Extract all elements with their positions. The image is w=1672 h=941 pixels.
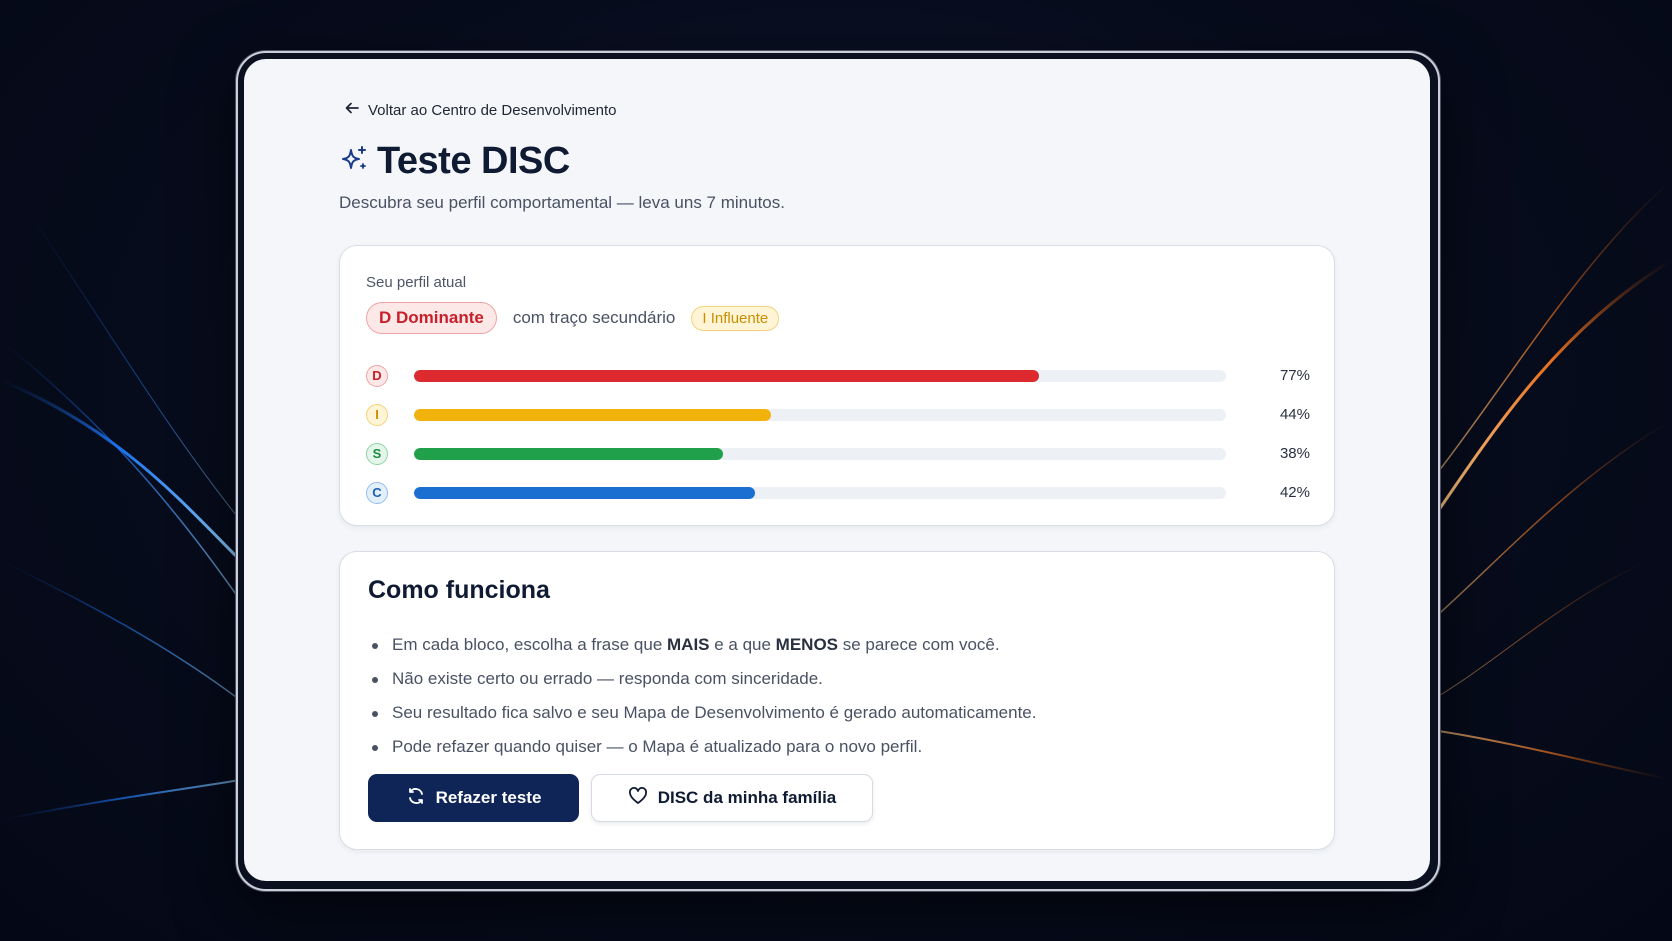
page-header: Teste DISC [339,140,570,183]
back-link-label: Voltar ao Centro de Desenvolvimento [368,101,617,119]
refresh-icon [406,786,426,811]
disc-bar-fill-d [414,369,1040,382]
sparkles-icon [339,144,369,179]
background-stage: Voltar ao Centro de Desenvolvimento Test… [0,0,1672,941]
family-disc-button[interactable]: DISC da minha família [591,774,873,822]
disc-bar-track-c [414,486,1226,499]
heart-icon [628,786,648,811]
disc-bars: D 77% I 44% S 38% C 42% [366,356,1310,512]
page-subtitle: Descubra seu perfil comportamental — lev… [339,193,785,212]
disc-bar-track-s [414,447,1226,460]
how-it-works-title: Como funciona [368,576,550,604]
how-it-works-list: Em cada bloco, escolha a frase que MAIS … [368,628,1037,764]
family-disc-label: DISC da minha família [657,788,837,807]
profile-card: Seu perfil atual D Dominante com traço s… [339,245,1335,526]
how-it-works-card: Como funciona Em cada bloco, escolha a f… [339,551,1335,850]
disc-letter-s: S [366,442,388,465]
retake-test-label: Refazer teste [435,788,542,807]
disc-value-c: 42% [1279,484,1310,501]
disc-bar-row-i: I 44% [366,395,1310,434]
disc-letter-c: C [366,481,388,504]
disc-letter-d: D [366,364,388,387]
disc-letter-i: I [366,403,388,426]
disc-bar-row-s: S 38% [366,434,1310,473]
arrow-left-icon [344,100,360,120]
disc-value-s: 38% [1279,445,1310,462]
profile-label: Seu perfil atual [366,274,467,291]
disc-bar-fill-s [414,447,723,460]
disc-bar-fill-c [414,486,756,499]
disc-value-d: 77% [1279,367,1310,384]
list-item: Pode refazer quando quiser — o Mapa é at… [368,730,1037,764]
list-item: Seu resultado fica salvo e seu Mapa de D… [368,696,1037,730]
disc-value-i: 44% [1279,406,1310,423]
page-title: Teste DISC [377,140,570,182]
disc-bar-row-d: D 77% [366,356,1310,395]
disc-bar-track-d [414,369,1226,382]
disc-bar-fill-i [414,408,772,421]
disc-bar-track-i [414,408,1226,421]
retake-test-button[interactable]: Refazer teste [368,774,579,822]
disc-bar-row-c: C 42% [366,473,1310,512]
secondary-trait-text: com traço secundário [512,308,676,327]
list-item: Em cada bloco, escolha a frase que MAIS … [368,628,1037,662]
profile-badges: D Dominante com traço secundário I Influ… [366,302,780,334]
secondary-profile-badge: I Influente [691,305,780,331]
back-link[interactable]: Voltar ao Centro de Desenvolvimento [344,100,616,120]
primary-profile-badge: D Dominante [366,302,497,334]
list-item: Não existe certo ou errado — responda co… [368,662,1037,696]
